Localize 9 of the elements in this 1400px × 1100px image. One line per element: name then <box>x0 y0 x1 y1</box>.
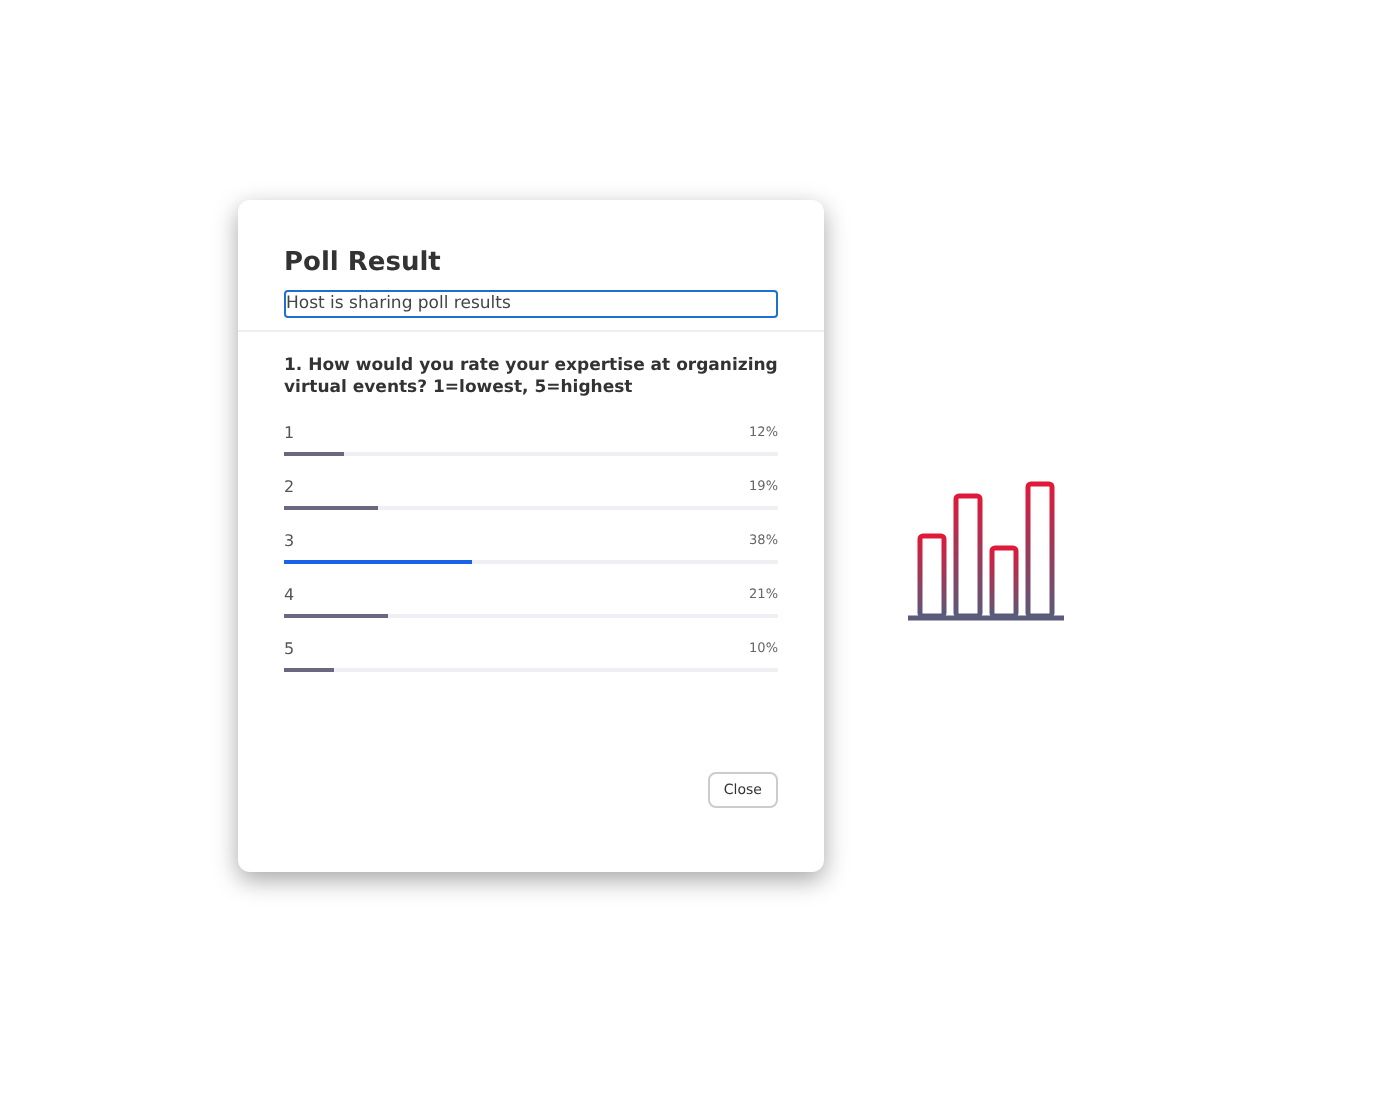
option-label: 1 <box>284 423 295 441</box>
question-text: 1. How would you rate your expertise at organizing virtual events? 1=lowest, 5=highest <box>284 356 778 400</box>
option-label: 2 <box>284 477 295 495</box>
option-label: 5 <box>284 639 295 657</box>
option-label: 4 <box>284 585 295 603</box>
status-field[interactable]: Host is sharing poll results <box>284 290 778 318</box>
dialog-title: Poll Result <box>284 248 443 278</box>
bar-chart-icon <box>908 481 1064 621</box>
option-label: 3 <box>284 531 295 549</box>
